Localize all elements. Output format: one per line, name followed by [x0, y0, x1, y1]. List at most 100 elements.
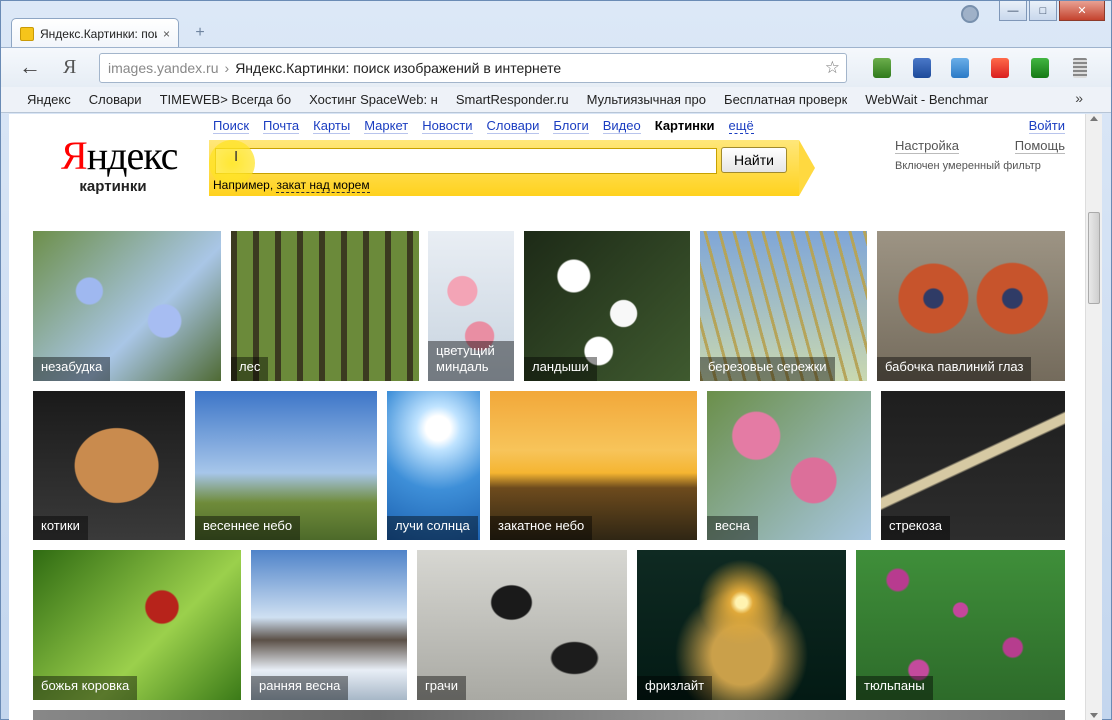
settings-link[interactable]: Настройка — [895, 138, 959, 154]
new-tab-button[interactable]: + — [189, 23, 211, 43]
tile-label: закатное небо — [490, 516, 593, 540]
search-input[interactable] — [215, 148, 717, 174]
close-window-button[interactable]: ✕ — [1059, 1, 1105, 21]
vertical-scrollbar[interactable] — [1085, 114, 1102, 720]
service-link-blogs[interactable]: Блоги — [553, 118, 589, 134]
image-tile[interactable]: лес — [231, 231, 419, 381]
service-link-video[interactable]: Видео — [602, 118, 641, 134]
filter-status: Включен умеренный фильтр — [895, 160, 1041, 172]
bookmark-item[interactable]: Словари — [89, 92, 142, 107]
image-tile[interactable]: незабудка — [33, 231, 221, 381]
text-cursor-icon: I — [234, 148, 239, 165]
service-link-mail[interactable]: Почта — [263, 118, 300, 134]
tile-label: цветущий миндаль — [428, 341, 514, 381]
title-bar: Яндекс.Картинки: пои × + — □ ✕ — [1, 1, 1111, 48]
logo-wordmark: Яндекс — [61, 133, 178, 178]
search-example: Например, закат над морем — [213, 178, 370, 193]
browser-menu-icon[interactable] — [1073, 58, 1087, 78]
bookmark-item[interactable]: WebWait - Benchmar — [865, 92, 988, 107]
bookmarks-bar: Яндекс Словари TIMEWEB> Всегда бо Хостин… — [1, 87, 1111, 113]
next-row-edge — [33, 710, 1065, 720]
search-form: I Найти Например, закат над морем — [209, 140, 815, 196]
bookmark-star-icon[interactable]: ☆ — [825, 58, 840, 78]
url-separator: › — [224, 60, 230, 76]
search-button[interactable]: Найти — [721, 147, 787, 173]
url-domain: images.yandex.ru — [108, 60, 219, 76]
tile-label: весеннее небо — [195, 516, 301, 540]
extension-robot-icon[interactable] — [1031, 58, 1049, 78]
tile-label: лес — [231, 357, 269, 381]
gear-icon[interactable] — [961, 5, 979, 23]
image-tile[interactable]: божья коровка — [33, 550, 241, 700]
scroll-thumb[interactable] — [1088, 212, 1100, 304]
search-arrow-tip — [799, 140, 815, 196]
image-tile[interactable]: ранняя весна — [251, 550, 407, 700]
service-link-more[interactable]: ещё — [728, 118, 754, 134]
bookmark-item[interactable]: SmartResponder.ru — [456, 92, 569, 107]
bookmark-item[interactable]: Яндекс — [27, 92, 71, 107]
browser-window: Яндекс.Картинки: пои × + — □ ✕ ← Я image… — [0, 0, 1112, 720]
extension-calendar-icon[interactable] — [913, 58, 931, 78]
search-example-link[interactable]: закат над морем — [276, 178, 370, 193]
extension-translate-icon[interactable] — [951, 58, 969, 78]
image-tile[interactable]: тюльпаны — [856, 550, 1065, 700]
address-bar[interactable]: images.yandex.ru › Яндекс.Картинки: поис… — [99, 53, 847, 83]
services-nav: Поиск Почта Карты Маркет Новости Словари… — [213, 118, 754, 134]
bookmark-item[interactable]: TIMEWEB> Всегда бо — [160, 92, 292, 107]
tile-label: грачи — [417, 676, 466, 700]
tile-label: фризлайт — [637, 676, 713, 700]
tile-label: весна — [707, 516, 758, 540]
image-tile[interactable]: котики — [33, 391, 185, 540]
tile-label: бабочка павлиний глаз — [877, 357, 1032, 381]
minimize-button[interactable]: — — [999, 1, 1027, 21]
service-link-market[interactable]: Маркет — [364, 118, 409, 134]
bookmark-item[interactable]: Бесплатная проверк — [724, 92, 847, 107]
service-link-images-active: Картинки — [654, 118, 715, 133]
login-link[interactable]: Войти — [1028, 118, 1065, 134]
service-link-dictionaries[interactable]: Словари — [486, 118, 540, 134]
image-tile[interactable]: березовые сережки — [700, 231, 867, 381]
scroll-up-arrow-icon[interactable] — [1090, 116, 1098, 121]
yandex-favicon-icon — [20, 26, 34, 41]
tile-label: ранняя весна — [251, 676, 349, 700]
tile-label: тюльпаны — [856, 676, 933, 700]
bookmark-item[interactable]: Мультиязычная про — [587, 92, 706, 107]
image-tile[interactable]: ландыши — [524, 231, 690, 381]
image-tile[interactable]: лучи солнца — [387, 391, 480, 540]
yandex-images-logo[interactable]: Яндекс картинки — [61, 133, 178, 196]
image-tile[interactable]: весеннее небо — [195, 391, 377, 540]
service-link-search[interactable]: Поиск — [213, 118, 250, 134]
extension-red-icon[interactable] — [991, 58, 1009, 78]
image-tile[interactable]: стрекоза — [881, 391, 1065, 540]
browser-tab[interactable]: Яндекс.Картинки: пои × — [11, 18, 179, 48]
bookmark-item[interactable]: Хостинг SpaceWeb: н — [309, 92, 438, 107]
scroll-down-arrow-icon[interactable] — [1090, 713, 1098, 718]
extension-green-icon[interactable] — [873, 58, 891, 78]
image-tile[interactable]: цветущий миндаль — [428, 231, 514, 381]
image-tile[interactable]: закатное небо — [490, 391, 697, 540]
window-controls: — □ ✕ — [999, 1, 1105, 21]
tile-label: стрекоза — [881, 516, 951, 540]
yandex-home-button[interactable]: Я — [63, 56, 76, 78]
image-tile[interactable]: фризлайт — [637, 550, 846, 700]
tab-title: Яндекс.Картинки: пои — [40, 26, 157, 41]
help-link[interactable]: Помощь — [1014, 138, 1065, 154]
back-arrow-icon[interactable]: ← — [19, 56, 41, 78]
browser-toolbar: ← Я images.yandex.ru › Яндекс.Картинки: … — [1, 47, 1111, 87]
page-content: Яндекс картинки Поиск Почта Карты Маркет… — [9, 114, 1085, 720]
tile-label: березовые сережки — [700, 357, 835, 381]
tile-label: лучи солнца — [387, 516, 478, 540]
tile-label: ландыши — [524, 357, 597, 381]
tile-label: незабудка — [33, 357, 111, 381]
image-tile[interactable]: бабочка павлиний глаз — [877, 231, 1065, 381]
image-tile[interactable]: грачи — [417, 550, 627, 700]
image-tile[interactable]: весна — [707, 391, 871, 540]
logo-subtitle: картинки — [79, 178, 147, 195]
maximize-button[interactable]: □ — [1029, 1, 1057, 21]
service-link-maps[interactable]: Карты — [313, 118, 351, 134]
bookmarks-overflow-button[interactable]: » — [1075, 90, 1083, 106]
tile-label: котики — [33, 516, 88, 540]
tab-close-icon[interactable]: × — [163, 27, 170, 41]
service-link-news[interactable]: Новости — [422, 118, 473, 134]
url-page-title: Яндекс.Картинки: поиск изображений в инт… — [235, 60, 562, 76]
